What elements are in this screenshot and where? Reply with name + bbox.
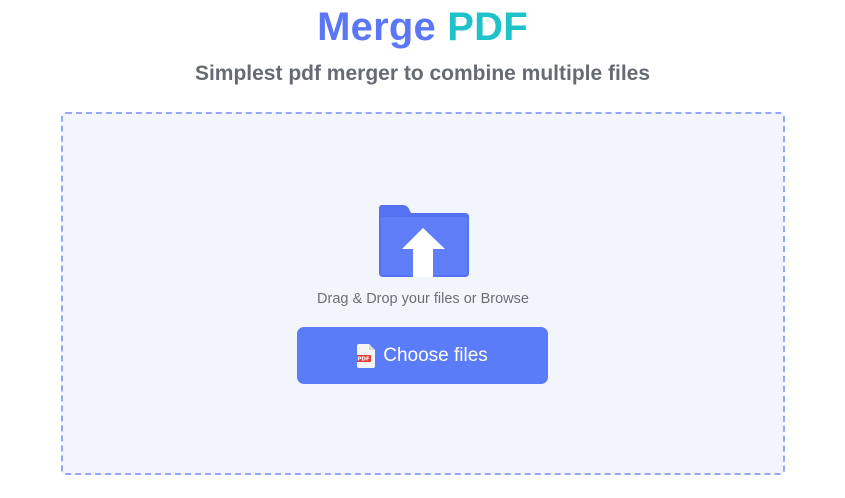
choose-files-label: Choose files bbox=[383, 344, 488, 366]
file-dropzone[interactable]: Drag & Drop your files or Browse PDF Cho… bbox=[61, 112, 785, 475]
title-word-pdf: PDF bbox=[447, 5, 528, 49]
pdf-icon-label: PDF bbox=[358, 356, 371, 362]
page-title: Merge PDF bbox=[0, 4, 845, 50]
drag-drop-instruction: Drag & Drop your files or Browse bbox=[317, 291, 529, 307]
choose-files-button[interactable]: PDF Choose files bbox=[297, 327, 548, 384]
page: Merge PDF Simplest pdf merger to combine… bbox=[0, 0, 845, 498]
page-subtitle: Simplest pdf merger to combine multiple … bbox=[194, 62, 651, 85]
title-word-merge: Merge bbox=[317, 5, 436, 49]
pdf-file-icon: PDF bbox=[357, 343, 376, 368]
folder-upload-icon bbox=[379, 205, 469, 277]
